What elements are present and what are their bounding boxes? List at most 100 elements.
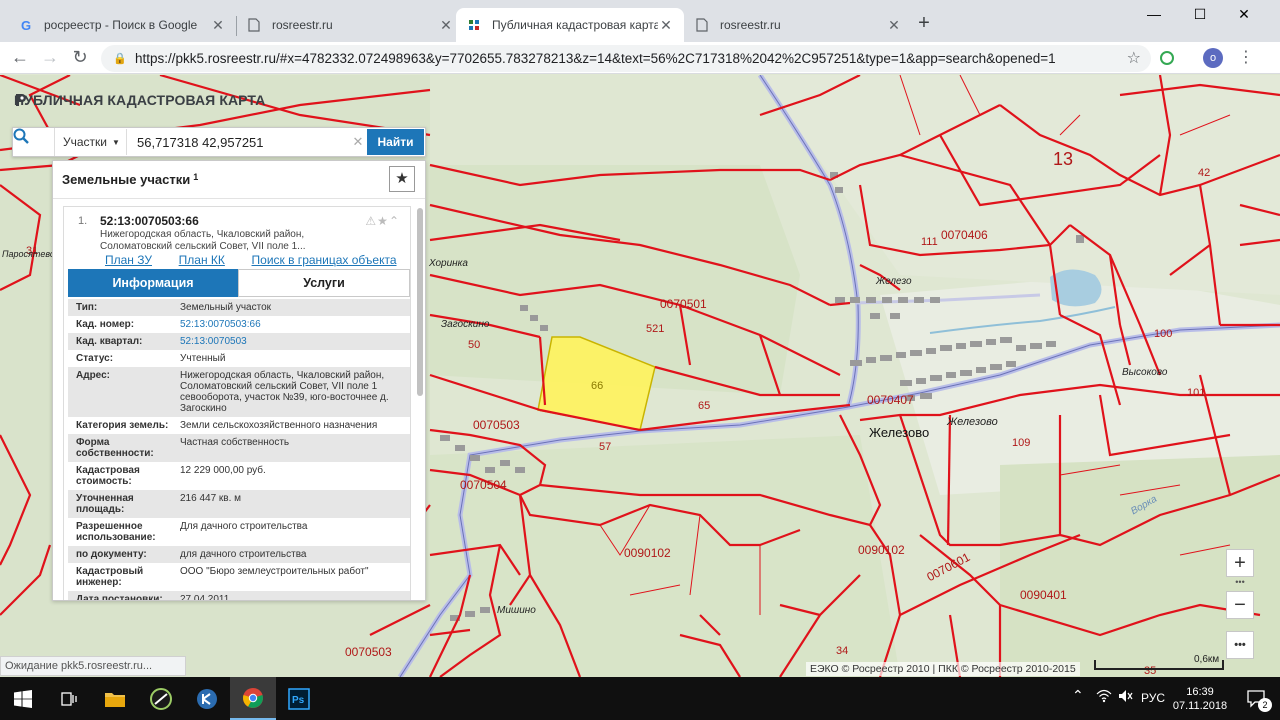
status-bubble: Ожидание pkk5.rosreestr.ru...	[0, 656, 186, 676]
tab-rosreestr-2[interactable]: rosreestr.ru ✕	[684, 8, 912, 42]
result-address: Нижегородская область, Чкаловский район,…	[100, 229, 306, 252]
attribute-row: Кад. квартал: 52:13:0070503	[68, 333, 410, 350]
attribute-key: Форма собственности:	[76, 437, 154, 459]
result-index: 1.	[78, 215, 88, 227]
profile-avatar[interactable]: o	[1203, 48, 1223, 68]
search-button[interactable]: Найти	[367, 129, 424, 155]
attribute-row: Разрешенное использование: Для дачного ст…	[68, 518, 410, 546]
scale-label: 0,6км	[1194, 654, 1220, 665]
attribute-key: Дата постановки:	[76, 594, 163, 601]
tab-title: rosreestr.ru	[272, 18, 333, 32]
zoom-in-button[interactable]: +	[1226, 549, 1254, 577]
clear-search-icon[interactable]: ✕	[349, 134, 367, 150]
taskbar-photoshop[interactable]: Ps	[276, 677, 322, 720]
close-tab-icon[interactable]: ✕	[886, 17, 902, 34]
attribute-row: Кад. номер: 52:13:0070503:66	[68, 316, 410, 333]
result-action-icons[interactable]: ⚠★⌃	[365, 214, 400, 228]
attribute-key: Разрешенное использование:	[76, 521, 156, 543]
parcel-label: 34	[836, 645, 849, 657]
windows-logo-icon	[14, 689, 32, 708]
address-bar[interactable]: 🔒 https://pkk5.rosreestr.ru/#x=4782332.0…	[101, 45, 1151, 72]
reload-button[interactable]: ↻	[68, 46, 92, 70]
maximize-button[interactable]: ☐	[1184, 4, 1216, 26]
task-view-button[interactable]	[46, 677, 92, 720]
attribute-key: Кад. номер:	[76, 319, 135, 330]
close-tab-icon[interactable]: ✕	[210, 17, 226, 34]
close-tab-icon[interactable]: ✕	[438, 17, 454, 34]
result-count: 1	[193, 171, 199, 182]
search-type-dropdown[interactable]: Участки ▼	[55, 129, 127, 155]
forward-button[interactable]: →	[38, 46, 62, 70]
attribute-key: Кад. квартал:	[76, 336, 143, 347]
cadastral-map[interactable]: 0070406 0070501 0070407 0070503 0070504 …	[0, 75, 1280, 677]
svg-text:Ps: Ps	[292, 695, 305, 706]
zoom-out-button[interactable]: −	[1226, 591, 1254, 619]
volume-icon[interactable]	[1118, 689, 1134, 706]
place-label: Высоково	[1122, 367, 1168, 378]
attribute-value: ООО "Бюро землеустроительных работ"	[180, 566, 369, 577]
taskbar-chrome[interactable]	[230, 677, 276, 720]
place-label: Железо	[876, 276, 912, 287]
task-view-icon	[61, 691, 77, 706]
search-type-label: Участки	[63, 135, 107, 149]
attribute-key: Кадастровая стоимость:	[76, 465, 140, 487]
google-g-icon: G	[20, 17, 32, 33]
parcel-label: 0090102	[624, 546, 671, 560]
clock-date: 07.11.2018	[1172, 700, 1228, 712]
attribute-row: Кадастровая стоимость: 12 229 000,00 руб.	[68, 462, 410, 490]
close-tab-icon[interactable]: ✕	[658, 17, 674, 34]
attribute-value: Для дачного строительства	[180, 521, 308, 532]
close-window-button[interactable]: ✕	[1228, 4, 1260, 26]
tab-title: Публичная кадастровая карта	[492, 18, 658, 32]
extension-icon[interactable]	[1160, 51, 1174, 65]
chrome-icon	[243, 687, 263, 708]
new-tab-button[interactable]: +	[914, 12, 934, 36]
attribute-value: 27.04.2011	[180, 594, 230, 601]
language-indicator[interactable]: РУС	[1141, 691, 1165, 705]
tray-chevron-icon[interactable]: ⌃	[1072, 687, 1084, 704]
favorite-star-button[interactable]: ★	[389, 166, 415, 192]
logo-text: ПУБЛИЧНАЯ КАДАСТРОВАЯ КАРТА	[14, 92, 266, 108]
rosreestr-icon	[466, 17, 482, 33]
lock-icon: 🔒	[113, 53, 127, 65]
app-logo[interactable]: ПУБЛИЧНАЯ КАДАСТРОВАЯ КАРТА	[14, 92, 265, 108]
attribute-row: Уточненная площадь: 216 447 кв. м	[68, 490, 410, 518]
tab-information[interactable]: Информация	[68, 269, 238, 297]
tab-services[interactable]: Услуги	[238, 269, 410, 297]
back-button[interactable]: ←	[8, 46, 32, 70]
menu-kebab-icon[interactable]: ⋮	[1236, 48, 1256, 68]
bookmark-star-icon[interactable]: ☆	[1127, 48, 1141, 68]
attribute-key: Уточненная площадь:	[76, 493, 134, 515]
start-button[interactable]	[0, 677, 46, 720]
attribute-value[interactable]: 52:13:0070503:66	[180, 319, 410, 330]
parcel-label: 100	[1154, 328, 1173, 340]
taskbar-clock[interactable]: 16:39 07.11.2018	[1168, 685, 1232, 713]
panel-scrollbar[interactable]	[417, 208, 423, 396]
taskbar-file-explorer[interactable]	[92, 677, 138, 720]
attribute-row: Статус: Учтенный	[68, 350, 410, 367]
taskbar-app-blue[interactable]	[184, 677, 230, 720]
network-icon[interactable]	[1096, 689, 1112, 706]
tab-public-cadastral-map[interactable]: Публичная кадастровая карта ✕	[456, 8, 684, 42]
result-cadnum[interactable]: 52:13:0070503:66	[100, 214, 199, 228]
tab-google-search[interactable]: G росреестр - Поиск в Google ✕	[8, 8, 236, 42]
attribute-value[interactable]: 52:13:0070503	[180, 336, 410, 347]
zoom-dots: •••	[1235, 577, 1245, 587]
more-tools-button[interactable]: •••	[1226, 631, 1254, 659]
search-icon[interactable]	[13, 128, 55, 156]
search-input[interactable]	[127, 129, 349, 155]
attribute-row: Категория земель: Земли сельскохозяйствен…	[68, 417, 410, 434]
pkk-logo-icon	[16, 94, 26, 106]
parcel-label: 42	[1198, 167, 1211, 179]
map-attribution: ЕЭКО © Росреестр 2010 | ПКК © Росреестр …	[806, 662, 1080, 676]
caret-down-icon: ▼	[112, 137, 120, 147]
search-bar: Участки ▼ ✕ Найти	[12, 127, 426, 157]
attribute-row: Форма собственности: Частная собственност…	[68, 434, 410, 462]
tab-rosreestr-1[interactable]: rosreestr.ru ✕	[236, 8, 464, 42]
place-label: Железово	[947, 416, 998, 428]
minimize-button[interactable]: —	[1138, 4, 1170, 26]
attribute-key: Адрес:	[76, 370, 110, 381]
taskbar-app-green[interactable]	[138, 677, 184, 720]
action-center-button[interactable]: 2	[1234, 677, 1280, 720]
attribute-value: 216 447 кв. м	[180, 493, 242, 504]
